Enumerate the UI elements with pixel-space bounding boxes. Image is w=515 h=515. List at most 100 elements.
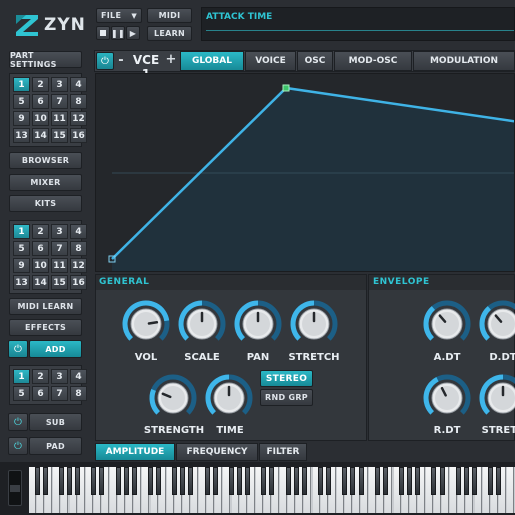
- kits-button[interactable]: KITS: [9, 195, 82, 212]
- stretch-knob[interactable]: [289, 298, 339, 350]
- black-key[interactable]: [374, 467, 380, 495]
- part-cell-7[interactable]: 7: [51, 94, 68, 109]
- kit-cell-7[interactable]: 7: [51, 241, 68, 256]
- pad-power-toggle[interactable]: ⏻: [8, 437, 28, 455]
- kit-cell-8[interactable]: 8: [70, 241, 87, 256]
- black-key[interactable]: [115, 467, 121, 495]
- env-stretch-knob[interactable]: [478, 372, 515, 424]
- black-key[interactable]: [75, 467, 80, 495]
- black-key[interactable]: [188, 467, 194, 495]
- black-key[interactable]: [228, 467, 234, 495]
- play-button[interactable]: ▶: [126, 26, 140, 40]
- black-key[interactable]: [91, 467, 97, 495]
- part-cell-1[interactable]: 1: [13, 77, 30, 92]
- black-key[interactable]: [399, 467, 404, 495]
- strength-knob[interactable]: [148, 372, 198, 424]
- black-key[interactable]: [212, 467, 218, 495]
- midi-button[interactable]: MIDI: [147, 8, 192, 23]
- black-key[interactable]: [123, 467, 129, 495]
- part-cell-10[interactable]: 10: [32, 111, 49, 126]
- kit-cell-4[interactable]: 4: [70, 224, 87, 239]
- black-key[interactable]: [42, 467, 48, 495]
- black-key[interactable]: [471, 467, 477, 495]
- kit-cell-13[interactable]: 13: [13, 275, 30, 290]
- scale-knob[interactable]: [177, 298, 227, 350]
- tab-osc[interactable]: OSC: [297, 51, 333, 71]
- add-voice-cell-7[interactable]: 7: [51, 386, 68, 401]
- part-cell-16[interactable]: 16: [70, 128, 87, 143]
- stereo-toggle[interactable]: STEREO: [260, 370, 313, 387]
- add-voice-cell-1[interactable]: 1: [13, 369, 30, 384]
- black-key[interactable]: [293, 467, 299, 495]
- black-key[interactable]: [99, 467, 105, 495]
- tab-mod-osc[interactable]: MOD-OSC: [334, 51, 412, 71]
- tab-global[interactable]: GLOBAL: [180, 51, 244, 71]
- black-key[interactable]: [439, 467, 445, 495]
- part-cell-3[interactable]: 3: [51, 77, 68, 92]
- black-key[interactable]: [326, 467, 332, 495]
- kit-cell-14[interactable]: 14: [32, 275, 49, 290]
- effects-button[interactable]: EFFECTS: [9, 319, 82, 336]
- time-knob[interactable]: [204, 372, 254, 424]
- part-cell-8[interactable]: 8: [70, 94, 87, 109]
- part-cell-11[interactable]: 11: [51, 111, 68, 126]
- tab-amplitude[interactable]: AMPLITUDE: [95, 443, 175, 461]
- add-voice-cell-5[interactable]: 5: [13, 386, 30, 401]
- add-voice-cell-6[interactable]: 6: [32, 386, 49, 401]
- voice-power-toggle[interactable]: ⏻: [96, 52, 114, 70]
- tab-voice[interactable]: VOICE: [245, 51, 296, 71]
- file-menu-button[interactable]: FILE ▼: [96, 8, 142, 23]
- black-key[interactable]: [156, 467, 161, 495]
- black-key[interactable]: [147, 467, 153, 495]
- black-key[interactable]: [455, 467, 461, 495]
- black-key[interactable]: [342, 467, 348, 495]
- a-dt-knob[interactable]: [422, 298, 472, 350]
- kit-cell-12[interactable]: 12: [70, 258, 87, 273]
- black-key[interactable]: [301, 467, 307, 495]
- kit-cell-1[interactable]: 1: [13, 224, 30, 239]
- voice-prev-button[interactable]: -: [116, 53, 126, 68]
- kit-cell-6[interactable]: 6: [32, 241, 49, 256]
- part-cell-15[interactable]: 15: [51, 128, 68, 143]
- envelope-graph[interactable]: [95, 73, 515, 272]
- black-key[interactable]: [358, 467, 364, 495]
- r-dt-knob[interactable]: [422, 372, 472, 424]
- part-cell-5[interactable]: 5: [13, 94, 30, 109]
- black-key[interactable]: [415, 467, 421, 495]
- black-key[interactable]: [496, 467, 502, 495]
- tab-filter[interactable]: FILTER: [259, 443, 307, 461]
- black-key[interactable]: [131, 467, 137, 495]
- add-voice-cell-4[interactable]: 4: [70, 369, 87, 384]
- midi-learn-button[interactable]: MIDI LEARN: [9, 298, 82, 315]
- black-key[interactable]: [488, 467, 494, 495]
- mixer-button[interactable]: MIXER: [9, 174, 82, 191]
- kit-cell-16[interactable]: 16: [70, 275, 87, 290]
- kit-cell-3[interactable]: 3: [51, 224, 68, 239]
- piano-keyboard[interactable]: [29, 467, 515, 513]
- kit-cell-5[interactable]: 5: [13, 241, 30, 256]
- black-key[interactable]: [245, 467, 251, 495]
- d-dt-knob[interactable]: [478, 298, 515, 350]
- black-key[interactable]: [34, 467, 40, 495]
- pitch-wheel[interactable]: [8, 470, 22, 506]
- part-cell-9[interactable]: 9: [13, 111, 30, 126]
- vol-knob[interactable]: [121, 298, 171, 350]
- add-voice-cell-2[interactable]: 2: [32, 369, 49, 384]
- rnd-grp-toggle[interactable]: RND GRP: [260, 389, 313, 406]
- black-key[interactable]: [269, 467, 275, 495]
- stop-button[interactable]: [96, 26, 110, 40]
- kit-cell-2[interactable]: 2: [32, 224, 49, 239]
- part-cell-13[interactable]: 13: [13, 128, 30, 143]
- black-key[interactable]: [431, 467, 437, 495]
- part-cell-12[interactable]: 12: [70, 111, 87, 126]
- black-key[interactable]: [463, 467, 469, 495]
- tab-modulation[interactable]: MODULATION: [413, 51, 515, 71]
- black-key[interactable]: [58, 467, 64, 495]
- part-settings-button[interactable]: PART SETTINGS: [9, 51, 82, 69]
- black-key[interactable]: [180, 467, 186, 495]
- kit-cell-10[interactable]: 10: [32, 258, 49, 273]
- browser-button[interactable]: BROWSER: [9, 152, 82, 169]
- add-voice-cell-3[interactable]: 3: [51, 369, 68, 384]
- black-key[interactable]: [318, 467, 323, 495]
- kit-cell-9[interactable]: 9: [13, 258, 30, 273]
